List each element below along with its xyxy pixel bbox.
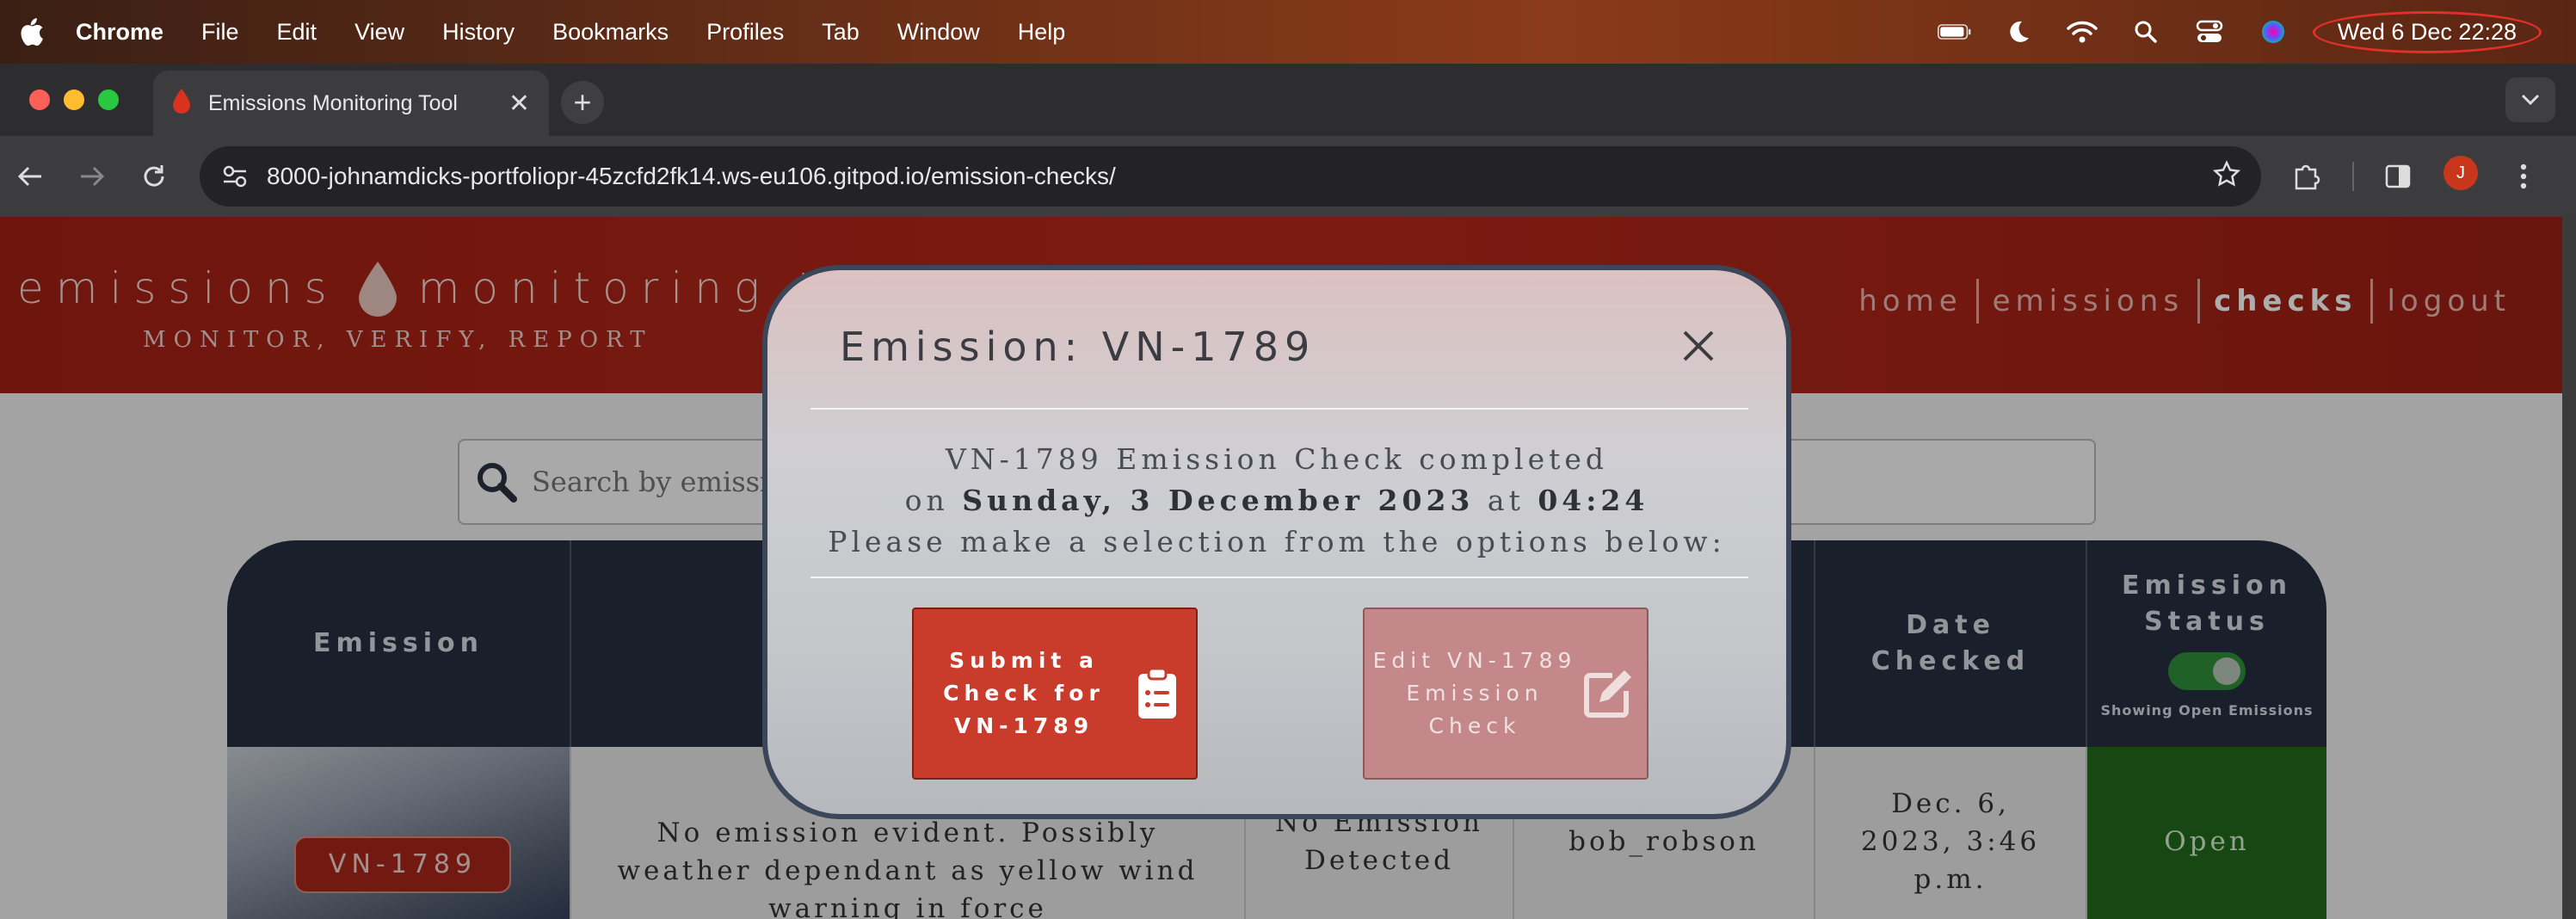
- address-bar[interactable]: 8000-johnamdicks-portfoliopr-45zcfd2fk14…: [200, 146, 2261, 207]
- modal-divider-bottom: [810, 577, 1748, 578]
- browser-toolbar: 8000-johnamdicks-portfoliopr-45zcfd2fk14…: [0, 136, 2576, 217]
- status-area: Wed 6 Dec 22:28: [1908, 0, 2542, 64]
- modal-line-3: Please make a selection from the options…: [828, 525, 1726, 558]
- side-panel-icon[interactable]: [2376, 155, 2419, 198]
- menu-chrome[interactable]: Chrome: [76, 19, 163, 46]
- window-minimize-button[interactable]: [64, 89, 84, 110]
- submit-check-label: Submit a Check for VN-1789: [943, 648, 1105, 738]
- modal-check-time: 04:24: [1538, 484, 1649, 517]
- wifi-icon[interactable]: [2065, 15, 2099, 49]
- forward-arrow-icon[interactable]: [71, 155, 114, 198]
- menu-view[interactable]: View: [354, 19, 404, 46]
- tab-search-chevron-icon[interactable]: [2505, 77, 2555, 122]
- submit-check-button[interactable]: Submit a Check for VN-1789: [912, 608, 1198, 780]
- menu-tab[interactable]: Tab: [822, 19, 860, 46]
- browser-tab-strip: Emissions Monitoring Tool ✕ +: [0, 64, 2576, 136]
- site-settings-tune-icon[interactable]: [222, 164, 248, 188]
- menu-help[interactable]: Help: [1018, 19, 1066, 46]
- emission-check-modal: Emission: VN-1789 VN-1789 Emission Check…: [762, 265, 1791, 819]
- menu-file[interactable]: File: [201, 19, 239, 46]
- window-maximize-button[interactable]: [98, 89, 119, 110]
- url-path: /emission-checks/: [924, 163, 1116, 189]
- control-center-icon[interactable]: [2192, 15, 2227, 49]
- modal-check-date: Sunday, 3 December 2023: [962, 484, 1475, 517]
- edit-check-button[interactable]: Edit VN-1789 Emission Check: [1363, 608, 1649, 780]
- battery-icon[interactable]: [1937, 15, 1972, 49]
- tab-emissions-monitoring-tool[interactable]: Emissions Monitoring Tool ✕: [153, 71, 549, 136]
- new-tab-button[interactable]: +: [561, 81, 604, 124]
- macos-menubar: Chrome File Edit View History Bookmarks …: [0, 0, 2576, 64]
- more-menu-icon[interactable]: [2502, 155, 2545, 198]
- url-host: 8000-johnamdicks-portfoliopr-45zcfd2fk14…: [267, 163, 925, 189]
- menu-edit[interactable]: Edit: [277, 19, 317, 46]
- modal-message: VN-1789 Emission Check completed on Sund…: [767, 439, 1786, 563]
- spotlight-search-icon[interactable]: [2129, 15, 2163, 49]
- extensions-puzzle-icon[interactable]: [2285, 155, 2328, 198]
- tab-title: Emissions Monitoring Tool: [208, 90, 458, 115]
- page-scrollbar[interactable]: [2562, 217, 2576, 919]
- bookmark-star-icon[interactable]: [2212, 159, 2241, 194]
- menu-profiles[interactable]: Profiles: [706, 19, 784, 46]
- blood-drop-favicon-icon: [172, 88, 191, 120]
- menu-window[interactable]: Window: [897, 19, 980, 46]
- modal-line-2: on Sunday, 3 December 2023 at 04:24: [904, 484, 1649, 517]
- menubar-clock[interactable]: Wed 6 Dec 22:28: [2312, 10, 2542, 53]
- focus-moon-icon[interactable]: [2001, 15, 2036, 49]
- menu-history[interactable]: History: [442, 19, 515, 46]
- apple-menu-icon[interactable]: [12, 17, 50, 46]
- window-close-button[interactable]: [29, 89, 50, 110]
- modal-divider-top: [810, 408, 1748, 410]
- back-arrow-icon[interactable]: [9, 155, 52, 198]
- siri-icon[interactable]: [2256, 15, 2290, 49]
- profile-avatar[interactable]: J: [2444, 156, 2478, 190]
- modal-title: Emission: VN-1789: [840, 324, 1316, 370]
- modal-line-1: VN-1789 Emission Check completed: [945, 442, 1609, 476]
- edit-pen-icon: [1578, 667, 1638, 720]
- close-icon[interactable]: [1676, 324, 1721, 368]
- tab-close-icon[interactable]: ✕: [508, 89, 530, 119]
- menu-bookmarks[interactable]: Bookmarks: [552, 19, 669, 46]
- edit-check-label: Edit VN-1789 Emission Check: [1372, 648, 1577, 738]
- reload-icon[interactable]: [132, 155, 176, 198]
- clipboard-list-icon: [1127, 667, 1187, 720]
